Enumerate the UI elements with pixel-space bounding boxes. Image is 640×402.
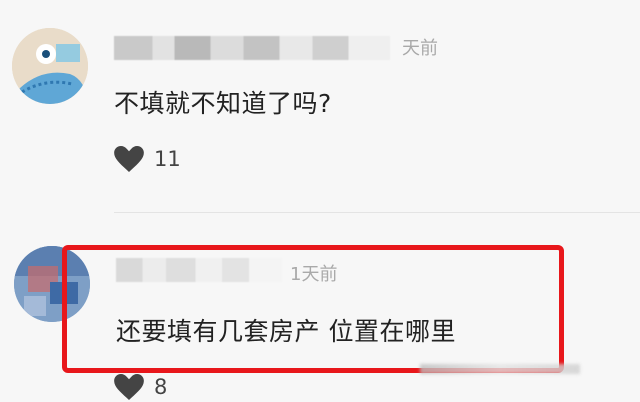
avatar-image	[12, 28, 88, 104]
comment-list: 天前 不填就不知道了吗? 11 1天前 还要填有几套房产 位置在哪里 8	[0, 0, 640, 402]
heart-icon	[114, 374, 144, 400]
comment-time: 天前	[402, 38, 438, 59]
like-button[interactable]: 8	[114, 374, 167, 400]
username-mosaic	[114, 36, 390, 60]
comment-item: 天前 不填就不知道了吗? 11	[0, 0, 640, 212]
like-button[interactable]: 11	[114, 146, 181, 172]
avatar[interactable]	[12, 28, 88, 104]
comment-text: 不填就不知道了吗?	[114, 89, 332, 118]
heart-icon	[114, 146, 144, 172]
like-count: 11	[154, 147, 181, 171]
divider	[114, 212, 640, 213]
highlight-box	[62, 245, 564, 373]
blur-smudge	[420, 364, 580, 374]
like-count: 8	[154, 375, 168, 399]
